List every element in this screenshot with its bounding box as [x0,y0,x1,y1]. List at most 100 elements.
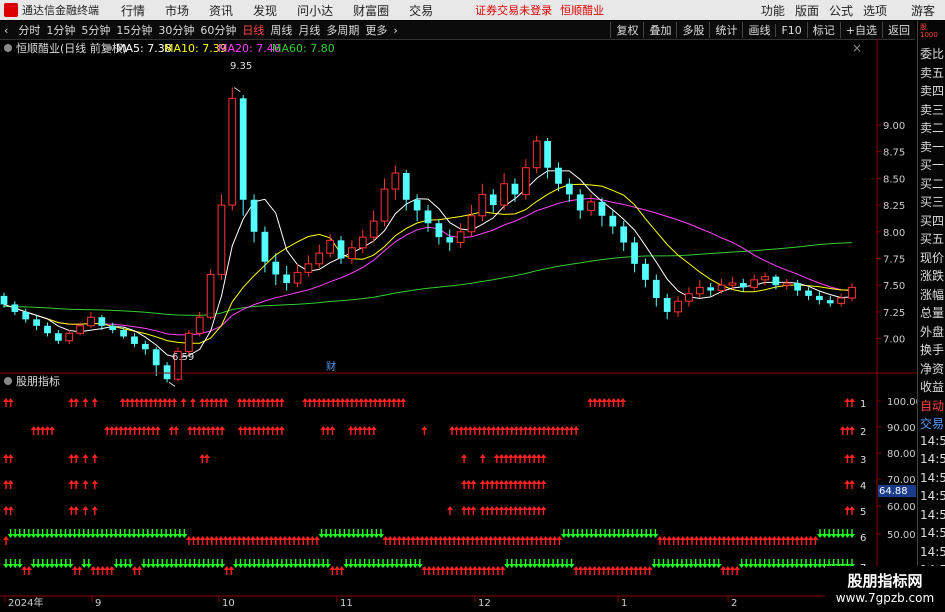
candle-body-down[interactable] [44,325,51,334]
candle-body-down[interactable] [620,226,628,243]
candle-body-down[interactable] [826,300,834,304]
candle-body-up[interactable] [521,167,530,195]
candle-body-up[interactable] [184,332,193,352]
candle-body-up[interactable] [761,276,769,281]
tab-more[interactable]: 更多 [365,22,387,38]
candle-body-down[interactable] [131,336,138,344]
menu-quotes[interactable]: 行情 [121,2,145,19]
candle-body-down[interactable] [413,199,421,211]
candle-body-down[interactable] [0,295,8,305]
candle-body-up[interactable] [315,252,324,265]
menu-ask[interactable]: 问小达 [297,2,333,19]
candle-body-down[interactable] [120,330,127,337]
menu-layout[interactable]: 版面 [795,2,819,19]
candle-body-up[interactable] [587,201,595,211]
tool-multi-stock[interactable]: 多股 [676,22,709,38]
tool-back[interactable]: 返回 [882,22,915,38]
guest-label[interactable]: 游客 [911,2,935,19]
candle-body-up[interactable] [478,193,487,217]
menu-news[interactable]: 资讯 [209,2,233,19]
candle-body-down[interactable] [555,167,562,184]
candle-body-up[interactable] [782,282,791,286]
chart-close-icon[interactable]: × [852,41,862,55]
candle-body-down[interactable] [772,276,780,286]
candle-body-down[interactable] [739,283,747,288]
candle-body-up[interactable] [728,282,737,286]
candle-body-down[interactable] [565,183,573,195]
candle-body-down[interactable] [435,223,443,238]
ma-settings-icon[interactable] [106,45,112,51]
chart-settings-icon[interactable] [4,44,12,52]
candle-body-down[interactable] [576,194,584,211]
candle-body-up[interactable] [65,332,74,342]
candle-body-down[interactable] [816,295,823,301]
candle-body-up[interactable] [206,274,215,318]
candle-body-up[interactable] [369,220,378,238]
tab-5min[interactable]: 5分钟 [81,22,110,38]
candle-body-up[interactable] [456,231,465,243]
candle-body-down[interactable] [98,317,106,326]
candle-body-down[interactable] [261,231,269,262]
tab-multi-period[interactable]: 多周期 [326,22,359,38]
candle-body-up[interactable] [293,271,302,284]
candle-body-up[interactable] [717,284,726,292]
candle-body-down[interactable] [11,304,19,312]
tab-monthly[interactable]: 月线 [298,22,320,38]
tab-intraday[interactable]: 分时 [18,22,40,38]
tab-1min[interactable]: 1分钟 [46,22,75,38]
menu-formula[interactable]: 公式 [829,2,853,19]
candle-body-down[interactable] [794,283,802,291]
more-chevron-icon[interactable]: › [393,24,397,37]
candle-body-up[interactable] [532,140,541,169]
candle-body-up[interactable] [674,300,682,313]
candle-body-up[interactable] [217,204,226,276]
tab-daily[interactable]: 日线 [242,22,264,38]
candle-body-up[interactable] [380,188,389,222]
menu-market[interactable]: 市场 [165,2,189,19]
tool-adjust[interactable]: 复权 [610,22,643,38]
candle-body-down[interactable] [652,279,660,299]
menu-functions[interactable]: 功能 [761,2,785,19]
tab-15min[interactable]: 15分钟 [116,22,152,38]
tool-stats[interactable]: 统计 [709,22,742,38]
candle-body-down[interactable] [446,237,454,243]
tab-30min[interactable]: 30分钟 [158,22,194,38]
candle-body-down[interactable] [54,333,62,341]
candle-body-down[interactable] [33,319,40,326]
candle-body-down[interactable] [642,263,649,280]
candle-body-down[interactable] [152,349,160,366]
candle-body-down[interactable] [544,141,551,168]
candle-body-down[interactable] [402,173,410,200]
candle-body-up[interactable] [467,215,476,233]
menu-discover[interactable]: 发现 [253,2,277,19]
candle-body-up[interactable] [326,239,335,254]
candle-body-down[interactable] [631,242,638,264]
candle-body-up[interactable] [358,236,367,249]
candle-body-up[interactable] [76,325,84,334]
candle-body-down[interactable] [109,325,117,331]
candle-body-down[interactable] [272,261,280,275]
candle-body-down[interactable] [598,201,606,216]
tool-mark[interactable]: 标记 [806,22,840,38]
candle-body-down[interactable] [163,365,171,380]
candle-body-up[interactable] [348,247,356,260]
menu-options[interactable]: 选项 [863,2,887,19]
candle-body-down[interactable] [511,183,519,195]
candle-body-up[interactable] [500,183,508,206]
candle-body-down[interactable] [609,215,617,227]
candle-body-down[interactable] [141,343,149,350]
tool-overlay[interactable]: 叠加 [643,22,676,38]
tool-draw[interactable]: 画线 [742,22,775,38]
menu-wealth[interactable]: 财富圈 [353,2,389,19]
candle-body-up[interactable] [848,286,856,299]
tab-60min[interactable]: 60分钟 [200,22,236,38]
candle-body-up[interactable] [87,316,95,327]
candle-body-down[interactable] [805,290,812,296]
candle-body-down[interactable] [337,240,345,259]
login-warning[interactable]: 证券交易未登录 [475,2,552,18]
candle-body-down[interactable] [22,311,30,320]
candle-body-down[interactable] [707,287,715,291]
tab-weekly[interactable]: 周线 [270,22,292,38]
candle-body-up[interactable] [685,293,693,302]
candle-body-down[interactable] [283,274,291,284]
